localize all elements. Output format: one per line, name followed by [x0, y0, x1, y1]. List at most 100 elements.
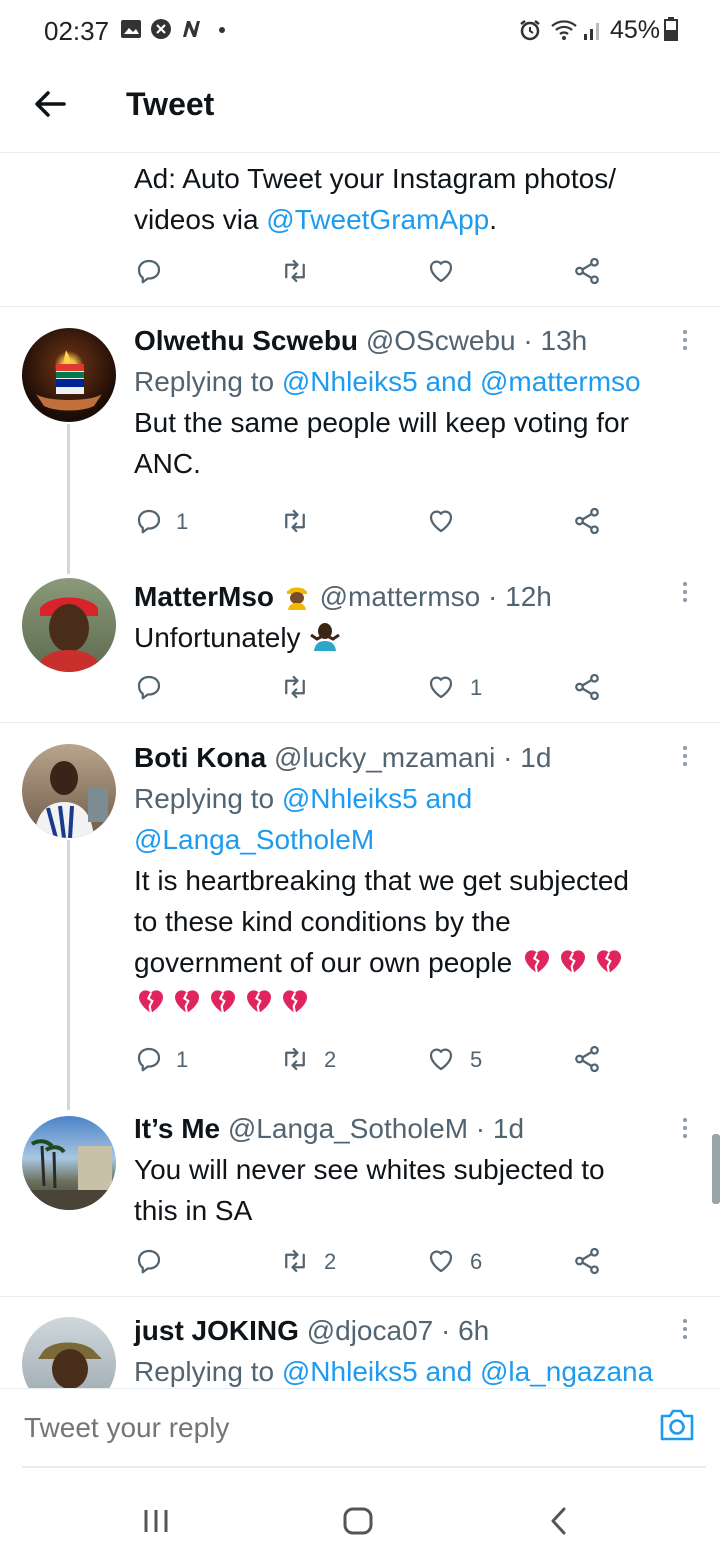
system-nav-bar: [0, 1478, 720, 1560]
share-icon[interactable]: [572, 256, 602, 286]
share-icon[interactable]: [572, 506, 602, 536]
replying-to: Replying to @Nhleiks5 and: [134, 778, 694, 819]
heart-icon[interactable]: [426, 1044, 456, 1074]
retweet-icon[interactable]: [280, 1044, 310, 1074]
author-name[interactable]: It’s Me: [134, 1113, 220, 1144]
author-handle[interactable]: @mattermso · 12h: [320, 581, 552, 612]
heart-icon[interactable]: [426, 672, 456, 702]
top-app-bar: Tweet: [0, 60, 720, 153]
tweet-header: Boti Kona @lucky_mzamani · 1d: [134, 737, 694, 778]
alarm-icon: [518, 18, 542, 41]
retweet-icon[interactable]: [280, 1246, 310, 1276]
blocked-icon: [150, 18, 172, 40]
ad-line-2: videos via @TweetGramApp.: [134, 199, 616, 240]
author-name[interactable]: Olwethu Scwebu: [134, 325, 358, 356]
tweet-its-me: It’s Me @Langa_SotholeM · 1d You will ne…: [134, 1108, 694, 1231]
home-icon[interactable]: [342, 1506, 374, 1536]
more-options-icon[interactable]: [676, 1317, 694, 1341]
divider: [0, 722, 720, 723]
divider: [22, 1466, 706, 1468]
reply-icon[interactable]: [134, 256, 164, 286]
reply-icon[interactable]: [134, 672, 164, 702]
avatar[interactable]: [22, 744, 116, 838]
author-handle[interactable]: @OScwebu · 13h: [366, 325, 587, 356]
back-nav-icon[interactable]: [548, 1506, 570, 1536]
ad-text: Ad: Auto Tweet your Instagram photos/ vi…: [134, 158, 616, 240]
like-count: 1: [470, 675, 483, 700]
reply-input[interactable]: [22, 1411, 626, 1445]
tweet-actions: 1 2 5: [134, 1044, 614, 1074]
wifi-icon: [550, 18, 580, 40]
more-options-icon[interactable]: [676, 328, 694, 352]
camera-icon[interactable]: [658, 1407, 696, 1443]
reply-count: 1: [176, 509, 189, 534]
status-bar: 02:37 45%: [0, 0, 720, 60]
heart-icon[interactable]: [426, 506, 456, 536]
ad-prefix: videos via: [134, 204, 267, 235]
tweet-boti-kona: Boti Kona @lucky_mzamani · 1d Replying t…: [134, 737, 694, 1017]
tweet-body-line: government of our own people: [134, 942, 694, 983]
avatar[interactable]: [22, 1317, 116, 1388]
construction-worker-emoji: [282, 580, 312, 610]
share-icon[interactable]: [572, 1044, 602, 1074]
tweet-olwethu: Olwethu Scwebu @OScwebu · 13h Replying t…: [134, 320, 674, 484]
avatar[interactable]: [22, 1116, 116, 1210]
reply-icon[interactable]: [134, 1044, 164, 1074]
tweet-actions: 2 6: [134, 1246, 614, 1276]
thread-line: [67, 424, 70, 574]
author-name[interactable]: just JOKING: [134, 1315, 299, 1346]
battery-percent: 45%: [610, 16, 661, 44]
tweet-mattermso: MatterMso @mattermso · 12h Unfortunately: [134, 576, 674, 658]
replying-to: Replying to @Nhleiks5 and @mattermso: [134, 361, 674, 402]
replying-to-link[interactable]: @Langa_SotholeM: [134, 819, 694, 860]
retweet-icon[interactable]: [280, 256, 310, 286]
author-handle[interactable]: @Langa_SotholeM · 1d: [228, 1113, 524, 1144]
replying-to-link[interactable]: @Nhleiks5 and @la_ngazana: [282, 1356, 653, 1387]
share-icon[interactable]: [572, 672, 602, 702]
tweet-header: MatterMso @mattermso · 12h: [134, 576, 674, 617]
tweet-actions: 1: [134, 672, 614, 702]
author-handle[interactable]: @lucky_mzamani · 1d: [274, 742, 551, 773]
retweet-icon[interactable]: [280, 506, 310, 536]
replying-to-link[interactable]: @Nhleiks5 and @mattermso: [282, 366, 641, 397]
avatar[interactable]: [22, 328, 116, 422]
divider: [0, 306, 720, 307]
replying-to-link[interactable]: @Nhleiks5 and: [282, 783, 472, 814]
share-icon[interactable]: [572, 1246, 602, 1276]
reply-icon[interactable]: [134, 1246, 164, 1276]
author-handle[interactable]: @djoca07 · 6h: [307, 1315, 490, 1346]
tweetgram-link[interactable]: @TweetGramApp: [266, 204, 489, 235]
tweet-header: Olwethu Scwebu @OScwebu · 13h: [134, 320, 674, 361]
shrug-emoji: [308, 621, 342, 651]
author-name[interactable]: MatterMso: [134, 581, 274, 612]
retweet-count: 2: [324, 1249, 337, 1274]
heart-icon[interactable]: [426, 256, 456, 286]
back-arrow-icon[interactable]: [30, 82, 74, 126]
author-name[interactable]: Boti Kona: [134, 742, 266, 773]
retweet-icon[interactable]: [280, 672, 310, 702]
tweet-body-line: But the same people will keep voting for: [134, 407, 629, 438]
recents-icon[interactable]: [142, 1508, 170, 1534]
ad-suffix: .: [489, 204, 498, 235]
tweet-clip: just JOKING @djoca07 · 6h Replying to @N…: [0, 1297, 720, 1388]
more-options-icon[interactable]: [676, 744, 694, 768]
reply-composer: [0, 1388, 720, 1469]
tweet-body-line: You will never see whites subjected to: [134, 1154, 605, 1185]
heart-icon[interactable]: [426, 1246, 456, 1276]
tweet-body-line: ANC.: [134, 448, 201, 479]
status-time: 02:37: [44, 16, 110, 46]
gallery-icon: [120, 18, 142, 40]
reply-icon[interactable]: [134, 506, 164, 536]
replying-prefix: Replying to: [134, 366, 282, 397]
retweet-count: 2: [324, 1047, 337, 1072]
signal-icon: [582, 18, 604, 40]
thread-line: [67, 840, 70, 1110]
tweet-body-line: It is heartbreaking that we get subjecte…: [134, 865, 629, 896]
more-options-icon[interactable]: [676, 580, 694, 604]
scrollbar-thumb[interactable]: [712, 1134, 720, 1204]
battery-icon: [664, 17, 678, 41]
dot-icon: [218, 26, 226, 48]
avatar[interactable]: [22, 578, 116, 672]
more-options-icon[interactable]: [676, 1116, 694, 1140]
tweet-body-line: Unfortunately: [134, 617, 674, 658]
